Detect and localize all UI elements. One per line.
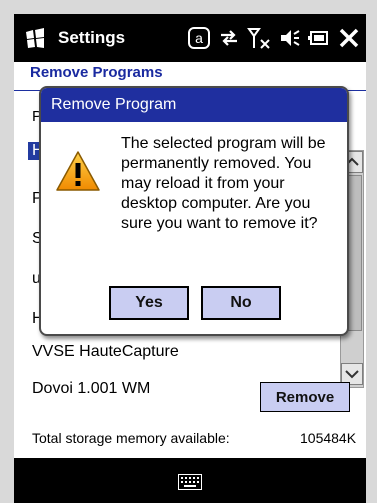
sync-icon[interactable]	[216, 25, 242, 51]
list-item[interactable]: VVSE HauteCapture	[32, 343, 179, 361]
device-frame: Settings a Remove Programs H P S u H VVS…	[0, 0, 377, 503]
storage-label: Total storage memory available:	[32, 430, 230, 446]
warning-icon	[56, 151, 100, 191]
app-title: Settings	[58, 28, 126, 47]
storage-value: 105484K	[300, 430, 357, 446]
svg-text:a: a	[195, 30, 203, 46]
windows-logo-icon[interactable]	[24, 28, 46, 50]
yes-button[interactable]: Yes	[109, 286, 189, 320]
volume-icon[interactable]	[276, 25, 302, 51]
chevron-down-icon	[345, 370, 359, 379]
dialog-message: The selected program will be permanently…	[121, 135, 326, 232]
close-icon[interactable]	[336, 25, 362, 51]
remove-program-dialog: Remove Program The selected program will…	[39, 86, 349, 336]
battery-icon[interactable]	[306, 25, 332, 51]
title-bar: Settings a	[14, 14, 366, 62]
list-item[interactable]: Dovoi 1.001 WM	[32, 380, 150, 398]
screen: Settings a Remove Programs H P S u H VVS…	[14, 14, 366, 503]
notification-icon[interactable]: a	[186, 25, 212, 51]
page-header: Remove Programs	[30, 64, 163, 81]
keyboard-icon[interactable]	[178, 474, 202, 490]
no-button[interactable]: No	[201, 286, 281, 320]
status-icons: a	[186, 24, 366, 52]
dialog-title: Remove Program	[41, 88, 347, 122]
bottom-bar	[14, 458, 366, 503]
signal-icon[interactable]	[246, 25, 272, 51]
remove-button[interactable]: Remove	[260, 382, 350, 412]
